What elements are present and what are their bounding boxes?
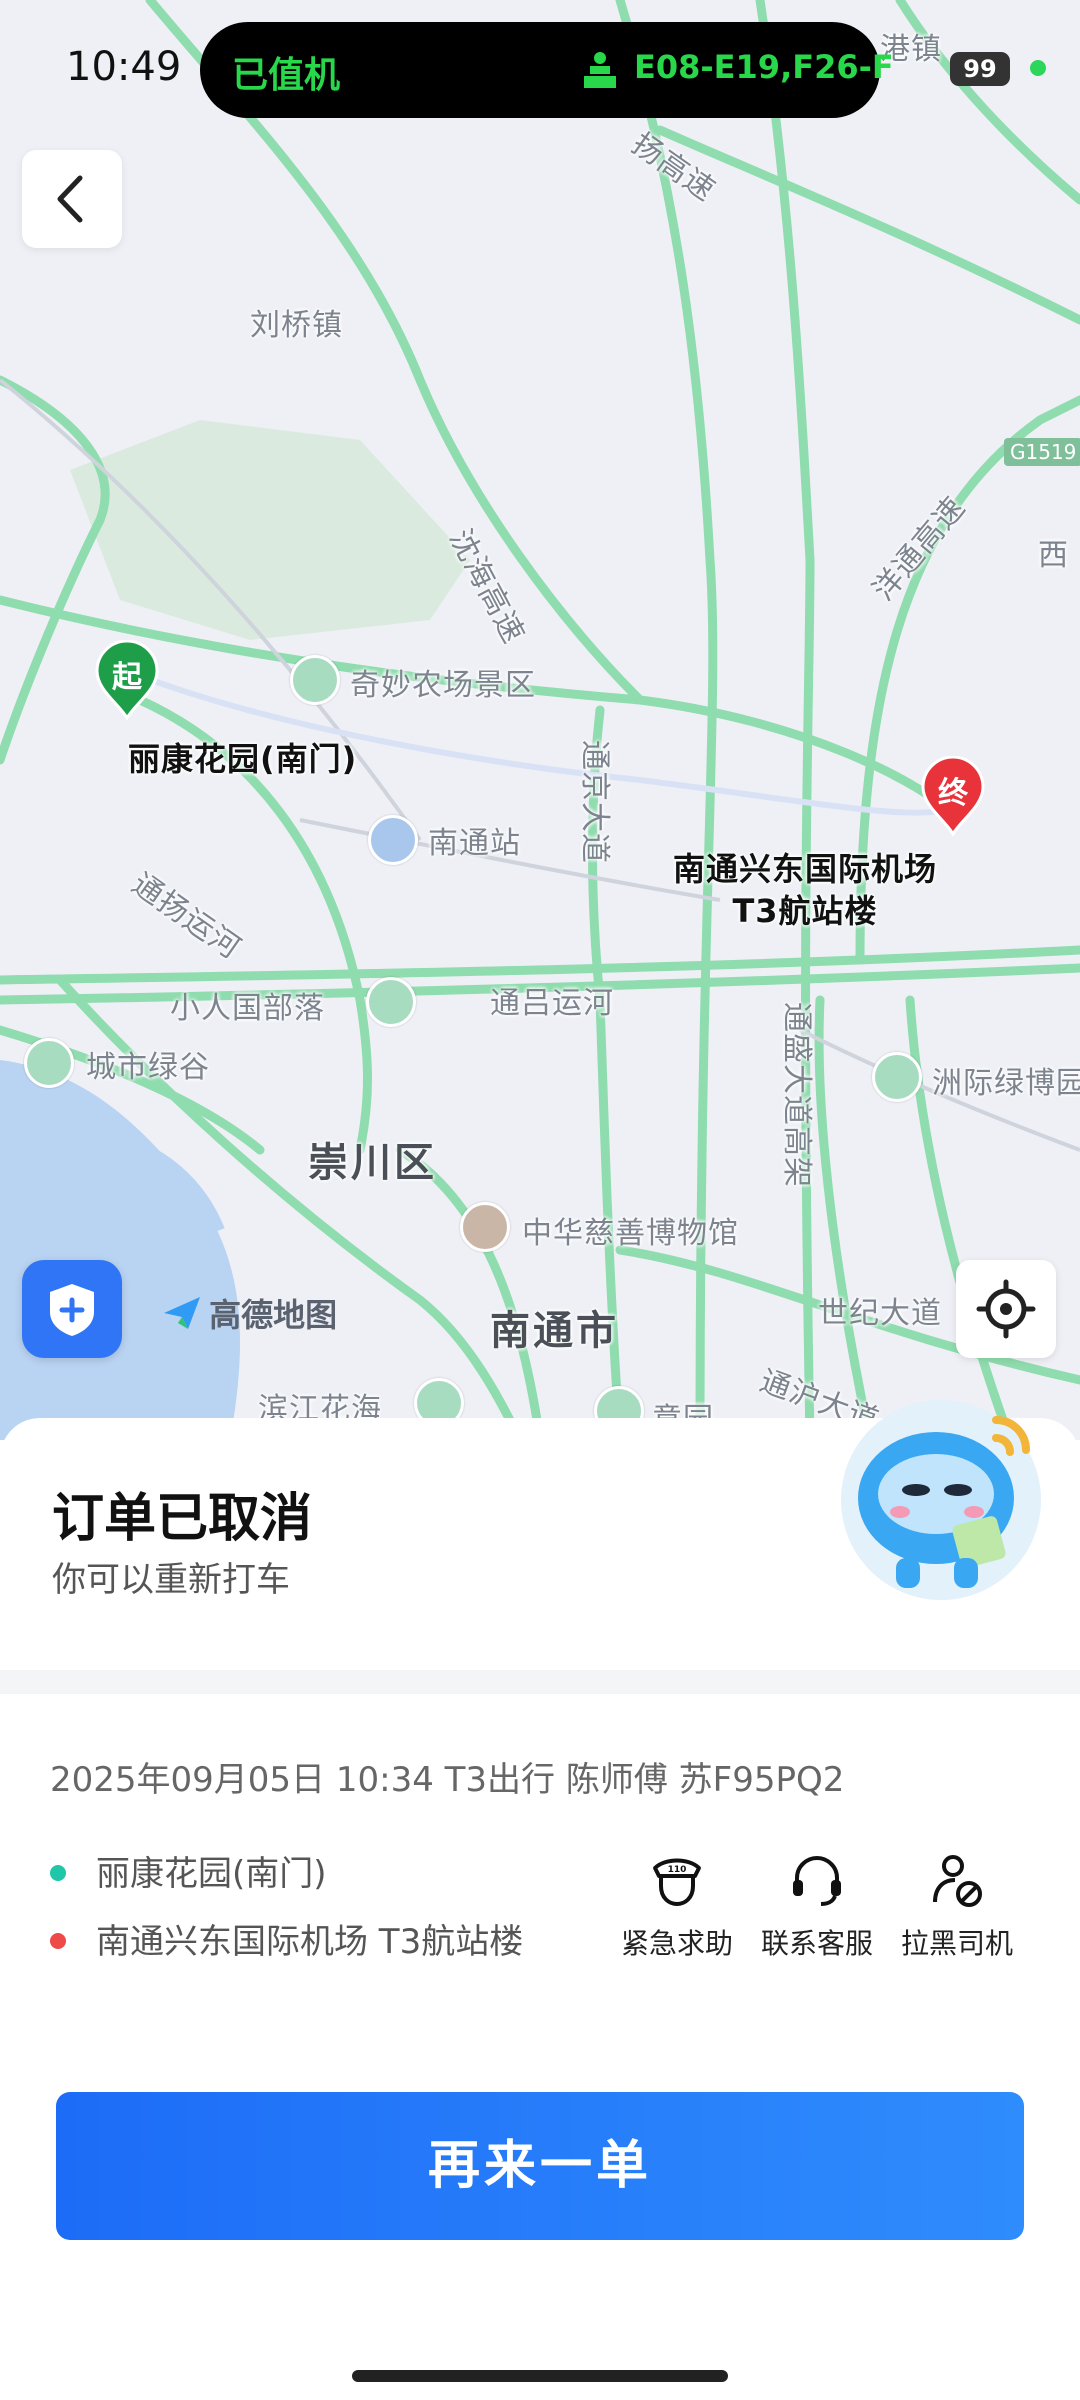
highway-shield-g1519: G1519 (1004, 438, 1080, 466)
checkin-status: 已值机 (232, 55, 341, 96)
map-label-chengshi: 城市绿谷 (86, 1050, 210, 1085)
contact-support-button[interactable]: 联系客服 (752, 1850, 882, 1962)
svg-text:110: 110 (668, 1865, 687, 1875)
locate-button[interactable] (956, 1260, 1056, 1358)
battery-icon: 99 (950, 52, 1010, 86)
police-110-icon: 110 (653, 1858, 701, 1907)
map-label-xi: 西 (1038, 538, 1069, 573)
map-label-qimiao: 奇妙农场景区 (350, 668, 536, 703)
shield-plus-icon (50, 1284, 94, 1336)
to-dot-icon (50, 1932, 66, 1949)
park-poi-icon (366, 977, 416, 1027)
dynamic-island-flight-pill[interactable]: 已值机 E08-E19,F26-F (200, 22, 894, 118)
back-button[interactable] (22, 150, 122, 248)
start-pin-badge: 起 (112, 660, 142, 695)
map-label-tongsheng: 通盛大道高架 (779, 1002, 814, 1188)
reorder-button[interactable]: 再来一单 (56, 2092, 1024, 2240)
amap-logo: 高德地图 (160, 1290, 337, 1336)
headset-icon (793, 1855, 841, 1906)
block-driver-label: 拉黑司机 (900, 1927, 1013, 1960)
safety-shield-button[interactable] (22, 1260, 122, 1358)
amap-arrow-icon (164, 1297, 200, 1329)
emergency-help-button[interactable]: 110 紧急求助 (612, 1850, 742, 1962)
route-map[interactable]: 刘桥镇 沈海高速 奇妙农场景区 南通站 通京大道 通扬运河 小人国部落 通吕运河… (0, 0, 1080, 1440)
route-to-label: 南通兴东国际机场 T3航站楼 (96, 1922, 524, 1962)
order-info-line: 2025年09月05日 10:34 T3出行 陈师傅 苏F95PQ2 (50, 1760, 845, 1800)
end-pin-icon[interactable]: 终 (920, 755, 986, 838)
checkin-counter-icon (584, 52, 616, 88)
map-label-liuqiao: 刘桥镇 (250, 308, 343, 343)
route-from-label: 丽康花园(南门) (96, 1854, 327, 1894)
map-label-tonglv: 通吕运河 (490, 986, 614, 1021)
status-time: 10:49 (66, 44, 182, 90)
order-status-title: 订单已取消 (52, 1489, 313, 1549)
map-label-nantong-station: 南通站 (428, 826, 521, 861)
map-label-zhonghua: 中华慈善博物馆 (522, 1216, 739, 1251)
map-label-shiji: 世纪大道 (818, 1296, 942, 1331)
order-status-subtitle: 你可以重新打车 (52, 1560, 290, 1600)
contact-support-label: 联系客服 (760, 1927, 873, 1960)
end-location-line2: T3航站楼 (732, 892, 878, 930)
privacy-indicator-icon (1030, 60, 1046, 76)
park-poi-icon (290, 655, 340, 705)
back-arrow-icon (57, 175, 83, 223)
amap-attribution: 高德地图 (209, 1296, 338, 1334)
checkin-counters: E08-E19,F26-F (634, 48, 894, 86)
start-pin-icon[interactable]: 起 (94, 639, 160, 722)
park-poi-icon (24, 1038, 74, 1088)
museum-poi-icon (460, 1202, 510, 1252)
park-poi-icon (872, 1052, 922, 1102)
route-from: 丽康花园(南门) (50, 1846, 327, 1895)
block-driver-button[interactable]: 拉黑司机 (892, 1850, 1022, 1962)
end-location-label: 南通兴东国际机场 T3航站楼 (660, 848, 950, 932)
route-to: 南通兴东国际机场 T3航站楼 (50, 1914, 523, 1963)
mascot-image (836, 1390, 1046, 1600)
emergency-help-label: 紧急求助 (620, 1927, 733, 1960)
section-divider (0, 1670, 1080, 1694)
map-label-zhouji: 洲际绿博园 (932, 1066, 1080, 1101)
map-label-chongchuan: 崇川区 (308, 1140, 437, 1186)
map-label-nantong-city: 南通市 (490, 1308, 619, 1354)
home-indicator[interactable] (352, 2370, 728, 2382)
status-bar: 10:49 已值机 E08-E19,F26-F 99 (0, 0, 1080, 140)
end-location-line1: 南通兴东国际机场 (672, 850, 937, 888)
from-dot-icon (50, 1864, 66, 1881)
block-user-icon (933, 1855, 982, 1907)
start-location-label: 丽康花园(南门) (128, 740, 358, 778)
train-station-icon (368, 815, 418, 865)
locate-crosshair-icon (976, 1279, 1036, 1339)
end-pin-badge: 终 (938, 776, 968, 811)
map-label-xiaoren: 小人国部落 (170, 991, 325, 1026)
map-label-tongjing: 通京大道 (577, 740, 612, 864)
